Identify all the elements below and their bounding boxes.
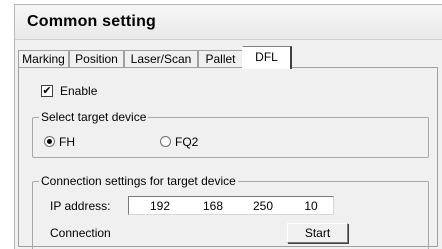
radio-fq2-label: FQ2 [175, 135, 199, 149]
radio-fq2[interactable] [160, 136, 171, 147]
tab-pallet[interactable]: Pallet [198, 50, 243, 68]
ip-octet-3[interactable]: 250 [245, 199, 281, 213]
ip-address-label: IP address: [50, 199, 111, 213]
dfl-tab-page: ✔ Enable Select target device FH FQ2 Con… [18, 67, 438, 249]
connection-settings-group: Connection settings for target device IP… [32, 174, 429, 249]
ip-octet-2[interactable]: 168 [195, 199, 231, 213]
connection-settings-legend: Connection settings for target device [39, 174, 238, 188]
ip-octet-4[interactable]: 10 [293, 199, 329, 213]
window-title: Common setting [27, 13, 157, 30]
tab-marking[interactable]: Marking [18, 50, 69, 68]
tab-dfl[interactable]: DFL [242, 46, 292, 69]
radio-fh-label: FH [59, 135, 75, 149]
common-setting-window: Common setting Marking Position Laser/Sc… [14, 4, 442, 249]
enable-checkbox[interactable]: ✔ [41, 85, 53, 97]
connection-label: Connection [50, 226, 111, 240]
ip-octet-1[interactable]: 192 [142, 199, 178, 213]
enable-label: Enable [60, 84, 98, 98]
ip-address-input[interactable]: 192 168 250 10 [128, 196, 334, 215]
tab-position[interactable]: Position [69, 50, 124, 68]
select-target-device-group: Select target device FH FQ2 [32, 110, 429, 158]
tab-laser-scan[interactable]: Laser/Scan [124, 50, 198, 68]
title-bar: Common setting [15, 5, 442, 40]
radio-fh[interactable] [44, 136, 55, 147]
dialog-client-area: Marking Position Laser/Scan Pallet DFL ✔… [15, 40, 442, 249]
select-target-device-legend: Select target device [39, 110, 149, 124]
start-button[interactable]: Start [287, 223, 348, 243]
